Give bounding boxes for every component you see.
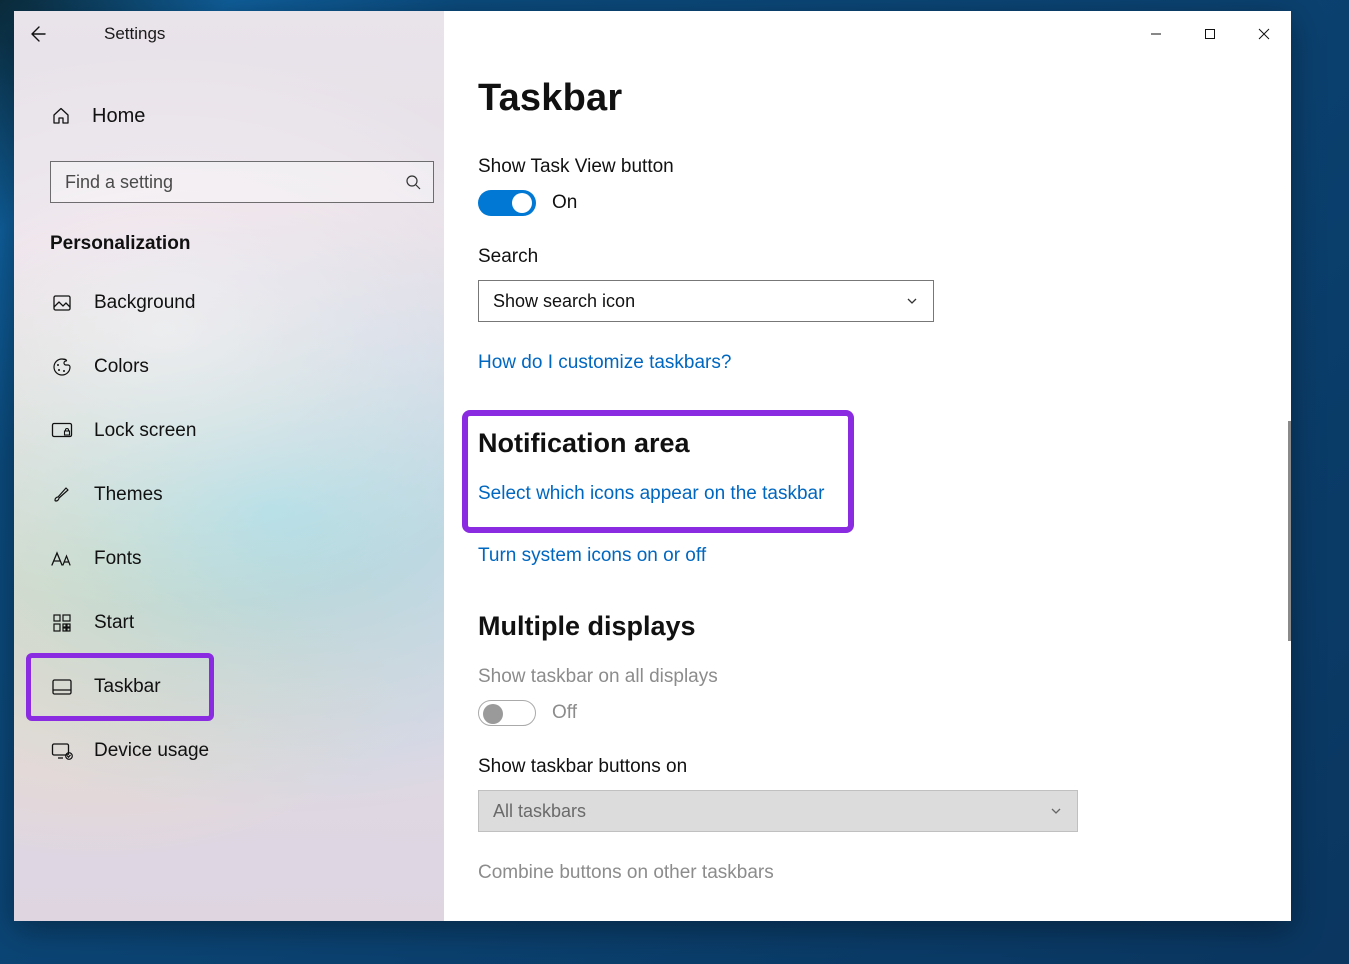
- sidebar-item-background[interactable]: Background: [14, 271, 444, 335]
- search-mode-select[interactable]: Show search icon: [478, 280, 934, 322]
- close-icon: [1258, 28, 1270, 40]
- select-value: Show search icon: [493, 291, 635, 312]
- sidebar-item-themes[interactable]: Themes: [14, 463, 444, 527]
- chevron-down-icon: [1049, 804, 1063, 818]
- sidebar-section-title: Personalization: [50, 233, 444, 255]
- sidebar-item-label: Device usage: [94, 740, 209, 762]
- multiple-displays-title: Multiple displays: [478, 611, 1204, 642]
- lock-screen-icon: [50, 421, 74, 441]
- nav-list: Background Colors Lock screen Themes: [14, 271, 444, 783]
- sidebar-item-label: Fonts: [94, 548, 142, 570]
- toggle-show-on-all: [478, 700, 536, 726]
- sidebar-item-label: Taskbar: [94, 676, 161, 698]
- palette-icon: [50, 357, 74, 377]
- sidebar-item-device-usage[interactable]: Device usage: [14, 719, 444, 783]
- notification-area-highlight: Notification area Select which icons app…: [462, 410, 854, 533]
- sidebar-item-label: Themes: [94, 484, 163, 506]
- setting-label: Search: [478, 246, 1204, 268]
- start-grid-icon: [50, 614, 74, 632]
- image-icon: [50, 293, 74, 313]
- setting-show-on-all-displays: Show taskbar on all displays Off: [478, 666, 1204, 726]
- sidebar-item-label: Lock screen: [94, 420, 196, 442]
- notification-area-title: Notification area: [478, 428, 834, 459]
- setting-search: Search Show search icon: [478, 246, 1204, 322]
- fonts-icon: [50, 549, 74, 569]
- sidebar-item-label: Start: [94, 612, 134, 634]
- toggle-task-view[interactable]: [478, 190, 536, 216]
- combine-buttons-label: Combine buttons on other taskbars: [478, 862, 1204, 884]
- link-system-icons[interactable]: Turn system icons on or off: [478, 545, 706, 567]
- maximize-button[interactable]: [1183, 14, 1237, 54]
- sidebar-item-label: Background: [94, 292, 195, 314]
- sidebar-item-lock-screen[interactable]: Lock screen: [14, 399, 444, 463]
- link-customize-taskbars[interactable]: How do I customize taskbars?: [478, 352, 731, 374]
- setting-label: Show Task View button: [478, 156, 1204, 178]
- maximize-icon: [1204, 28, 1216, 40]
- search-icon: [405, 174, 421, 190]
- link-select-icons[interactable]: Select which icons appear on the taskbar: [478, 483, 824, 505]
- setting-taskbar-buttons-on: Show taskbar buttons on All taskbars: [478, 756, 1204, 832]
- brush-icon: [50, 485, 74, 505]
- close-button[interactable]: [1237, 14, 1291, 54]
- taskbar-icon: [50, 679, 74, 695]
- app-title: Settings: [104, 24, 165, 44]
- setting-show-task-view: Show Task View button On: [478, 156, 1204, 216]
- titlebar: Settings: [14, 11, 1291, 57]
- toggle-thumb: [512, 193, 532, 213]
- minimize-icon: [1150, 28, 1162, 40]
- search-input-wrapper[interactable]: [50, 161, 434, 203]
- sidebar-item-label: Colors: [94, 356, 149, 378]
- toggle-thumb: [483, 704, 503, 724]
- arrow-left-icon: [27, 24, 47, 44]
- nav-home-label: Home: [92, 105, 145, 128]
- home-icon: [50, 106, 72, 126]
- chevron-down-icon: [905, 294, 919, 308]
- sidebar-item-colors[interactable]: Colors: [14, 335, 444, 399]
- toggle-state: Off: [552, 702, 577, 724]
- window-controls: [1129, 14, 1291, 54]
- taskbar-buttons-select: All taskbars: [478, 790, 1078, 832]
- setting-label: Show taskbar buttons on: [478, 756, 1204, 778]
- select-value: All taskbars: [493, 801, 586, 822]
- main-content: Taskbar Show Task View button On Search …: [444, 11, 1291, 921]
- toggle-state: On: [552, 192, 577, 214]
- page-title: Taskbar: [478, 77, 1204, 120]
- setting-label: Show taskbar on all displays: [478, 666, 1204, 688]
- sidebar-item-fonts[interactable]: Fonts: [14, 527, 444, 591]
- nav-home[interactable]: Home: [14, 89, 444, 143]
- sidebar-item-taskbar[interactable]: Taskbar: [28, 655, 212, 719]
- sidebar-item-start[interactable]: Start: [14, 591, 444, 655]
- scrollbar[interactable]: [1288, 421, 1291, 641]
- minimize-button[interactable]: [1129, 14, 1183, 54]
- sidebar: Home Personalization Background: [14, 11, 444, 921]
- search-input[interactable]: [65, 172, 405, 193]
- back-button[interactable]: [14, 11, 60, 57]
- device-usage-icon: [50, 741, 74, 761]
